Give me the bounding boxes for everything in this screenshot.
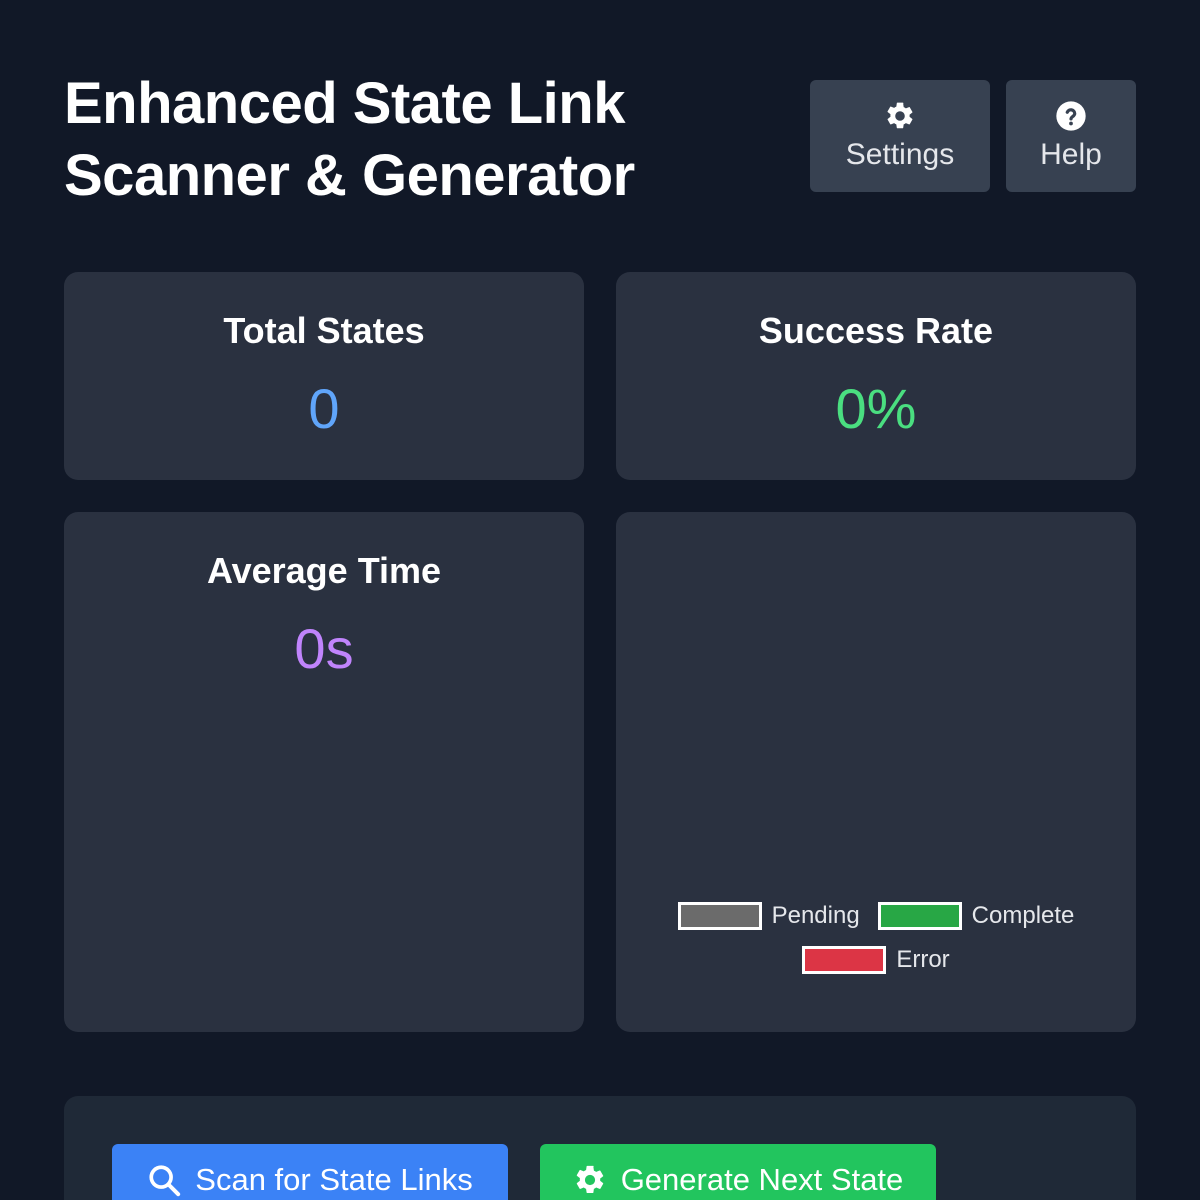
legend-item-error[interactable]: Error [802, 946, 950, 974]
scan-button[interactable]: Scan for State Links [112, 1144, 508, 1200]
gear-icon [576, 1165, 603, 1194]
page-title: Enhanced State Link Scanner & Generator [64, 71, 635, 208]
legend-swatch-complete [877, 902, 962, 930]
header: Enhanced State Link Scanner & Generator … [64, 64, 1136, 214]
generate-button[interactable]: Generate Next State [540, 1144, 936, 1200]
total-states-value: 0 [308, 377, 340, 440]
settings-button[interactable]: Settings [810, 80, 990, 192]
scan-label: Scan for State Links [195, 1162, 473, 1197]
generate-label: Generate Next State [620, 1162, 904, 1197]
success-rate-value: 0% [835, 377, 917, 440]
average-time-card: Average Time 0s [64, 512, 584, 1032]
total-states-card: Total States 0 [64, 272, 584, 480]
total-states-label: Total States [223, 310, 425, 351]
question-circle-icon [1056, 101, 1086, 131]
legend-item-complete[interactable]: Complete [877, 902, 1075, 930]
success-rate-card: Success Rate 0% [616, 272, 1136, 480]
average-time-label: Average Time [206, 550, 442, 591]
search-icon [149, 1165, 181, 1197]
legend-item-pending[interactable]: Pending [677, 902, 860, 930]
help-label: Help [1040, 138, 1102, 171]
help-button[interactable]: Help [1006, 80, 1136, 192]
gear-icon [887, 102, 913, 129]
chart-legend: Pending Complete Error [616, 902, 1136, 974]
average-time-value: 0s [294, 617, 354, 680]
legend-swatch-pending [677, 902, 762, 930]
legend-label-error: Error [896, 946, 950, 973]
actions-panel: Scan for State Links Generate Next State [64, 1096, 1136, 1200]
status-chart-card: Pending Complete Error [616, 512, 1136, 1032]
settings-label: Settings [845, 138, 955, 171]
legend-label-pending: Pending [771, 902, 860, 929]
success-rate-label: Success Rate [758, 310, 994, 351]
legend-label-complete: Complete [971, 902, 1075, 929]
legend-swatch-error [802, 946, 887, 974]
app-page: Enhanced State Link Scanner & Generator … [0, 0, 1200, 1200]
